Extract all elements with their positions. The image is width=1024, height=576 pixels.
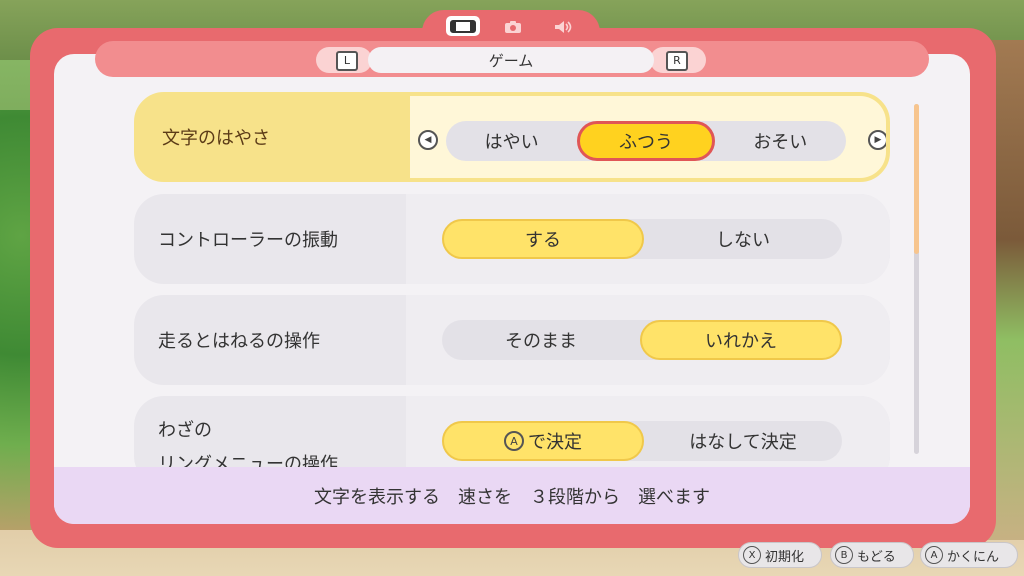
confirm-label: かくにん: [947, 549, 1000, 565]
b-button-icon: B: [835, 546, 853, 564]
description-bar: 文字を表示する 速さを ３段階から 選べます: [54, 467, 970, 524]
option-selector: はやい ふつう おそい: [446, 121, 846, 161]
options-area: する しない: [406, 194, 890, 284]
option-press-a[interactable]: A で決定: [442, 421, 644, 461]
option-swap[interactable]: いれかえ: [640, 320, 842, 360]
a-button-icon: A: [504, 431, 524, 451]
arrow-left-icon[interactable]: ◀: [418, 130, 438, 150]
options-area: ◀ はやい ふつう おそい ▶: [410, 96, 886, 178]
r-button[interactable]: R: [666, 51, 688, 71]
option-off[interactable]: しない: [644, 219, 842, 259]
l-button[interactable]: L: [336, 51, 358, 71]
option-keep[interactable]: そのまま: [442, 320, 640, 360]
options-area: そのまま いれかえ: [406, 295, 890, 385]
option-fast[interactable]: はやい: [446, 121, 577, 161]
setting-row-vibration[interactable]: コントローラーの振動 する しない: [134, 194, 890, 284]
back-button[interactable]: B もどる: [830, 542, 914, 568]
speaker-icon: [555, 21, 572, 33]
tab-sound[interactable]: [550, 18, 576, 36]
reset-label: 初期化: [765, 549, 805, 565]
scrollbar-thumb[interactable]: [914, 104, 919, 254]
back-label: もどる: [857, 549, 896, 565]
reset-button[interactable]: X 初期化: [738, 542, 822, 568]
setting-row-run-jump[interactable]: 走るとはねるの操作 そのまま いれかえ: [134, 295, 890, 385]
option-selector: する しない: [442, 219, 842, 259]
option-slow[interactable]: おそい: [715, 121, 846, 161]
setting-row-text-speed[interactable]: 文字のはやさ ◀ はやい ふつう おそい ▶: [134, 92, 890, 182]
confirm-button[interactable]: A かくにん: [920, 542, 1018, 568]
page-title: ゲーム: [368, 47, 654, 73]
option-selector: そのまま いれかえ: [442, 320, 842, 360]
settings-panel: 文字のはやさ ◀ はやい ふつう おそい ▶ コントローラーの振動 する しない…: [54, 54, 970, 524]
option-selector: A で決定 はなして決定: [442, 421, 842, 461]
setting-label: コントローラーの振動: [158, 230, 338, 251]
option-normal[interactable]: ふつう: [577, 121, 715, 161]
option-on[interactable]: する: [442, 219, 644, 259]
console-icon: [450, 19, 476, 33]
x-button-icon: X: [743, 546, 761, 564]
setting-label-line1: わざの: [158, 420, 212, 441]
arrow-right-icon[interactable]: ▶: [868, 130, 886, 150]
option-label: で決定: [528, 432, 582, 453]
option-release[interactable]: はなして決定: [644, 421, 842, 461]
tab-camera[interactable]: [500, 18, 526, 36]
a-button-icon: A: [925, 546, 943, 564]
setting-label: 走るとはねるの操作: [158, 331, 320, 352]
camera-icon: [505, 21, 521, 33]
setting-label: 文字のはやさ: [162, 128, 270, 149]
tab-game[interactable]: [446, 16, 480, 36]
